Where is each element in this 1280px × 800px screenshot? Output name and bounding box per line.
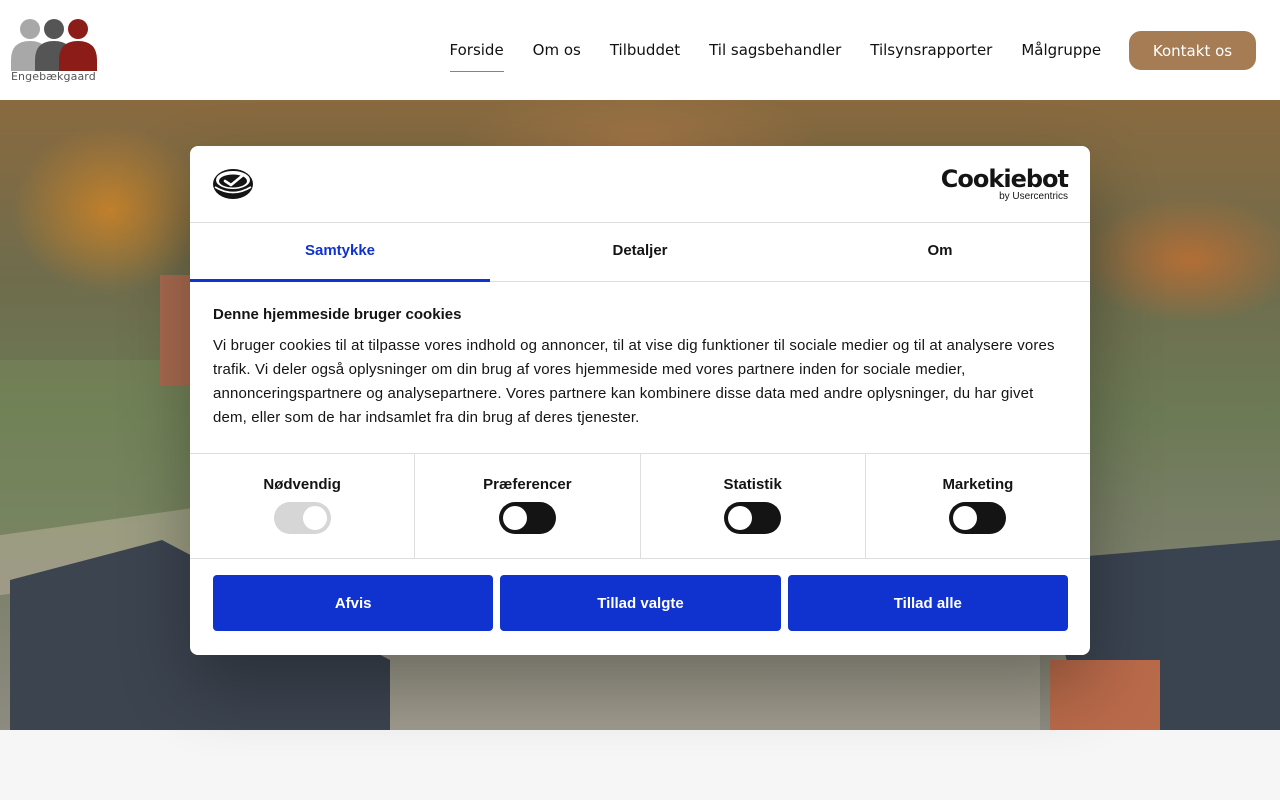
toggle-knob [502,506,527,530]
page-content-area [0,730,1280,800]
tab-samtykke[interactable]: Samtykke [190,223,490,282]
toggle-knob [302,506,327,530]
category-label: Præferencer [483,476,572,493]
brand-name: Cookiebot [940,165,1069,193]
toggle-noedvendig [273,502,331,534]
dialog-tabs: Samtykke Detaljer Om [190,223,1090,282]
toggle-statistik[interactable] [724,502,782,534]
dialog-text: Vi bruger cookies til at tilpasse vores … [213,337,1055,426]
category-praeferencer: Præferencer [415,454,641,558]
category-marketing: Marketing [866,454,1090,558]
category-label: Nødvendig [263,476,341,493]
dialog-header: Cookiebot by Usercentrics [190,146,1090,223]
cookie-consent-icon [213,169,253,199]
category-label: Marketing [942,476,1014,493]
tab-om[interactable]: Om [790,223,1090,281]
toggle-knob [728,506,753,530]
toggle-knob [953,506,978,530]
allow-selected-button[interactable]: Tillad valgte [500,575,781,631]
cookie-consent-dialog: Cookiebot by Usercentrics Samtykke Detal… [190,146,1090,655]
toggle-marketing[interactable] [949,502,1007,534]
dialog-body: Denne hjemmeside bruger cookies Vi bruge… [190,282,1090,454]
category-noedvendig: Nødvendig [190,454,416,558]
dialog-actions: Afvis Tillad valgte Tillad alle [190,559,1090,631]
consent-categories: Nødvendig Præferencer Statistik Marketin… [190,454,1090,559]
tab-detaljer[interactable]: Detaljer [490,223,790,281]
cookiebot-logo[interactable]: Cookiebot by Usercentrics [940,165,1069,202]
category-label: Statistik [723,476,782,493]
category-statistik: Statistik [641,454,866,558]
dialog-heading: Denne hjemmeside bruger cookies [213,306,462,323]
deny-button[interactable]: Afvis [213,575,494,631]
toggle-praeferencer[interactable] [498,502,556,534]
allow-all-button[interactable]: Tillad alle [787,575,1068,631]
